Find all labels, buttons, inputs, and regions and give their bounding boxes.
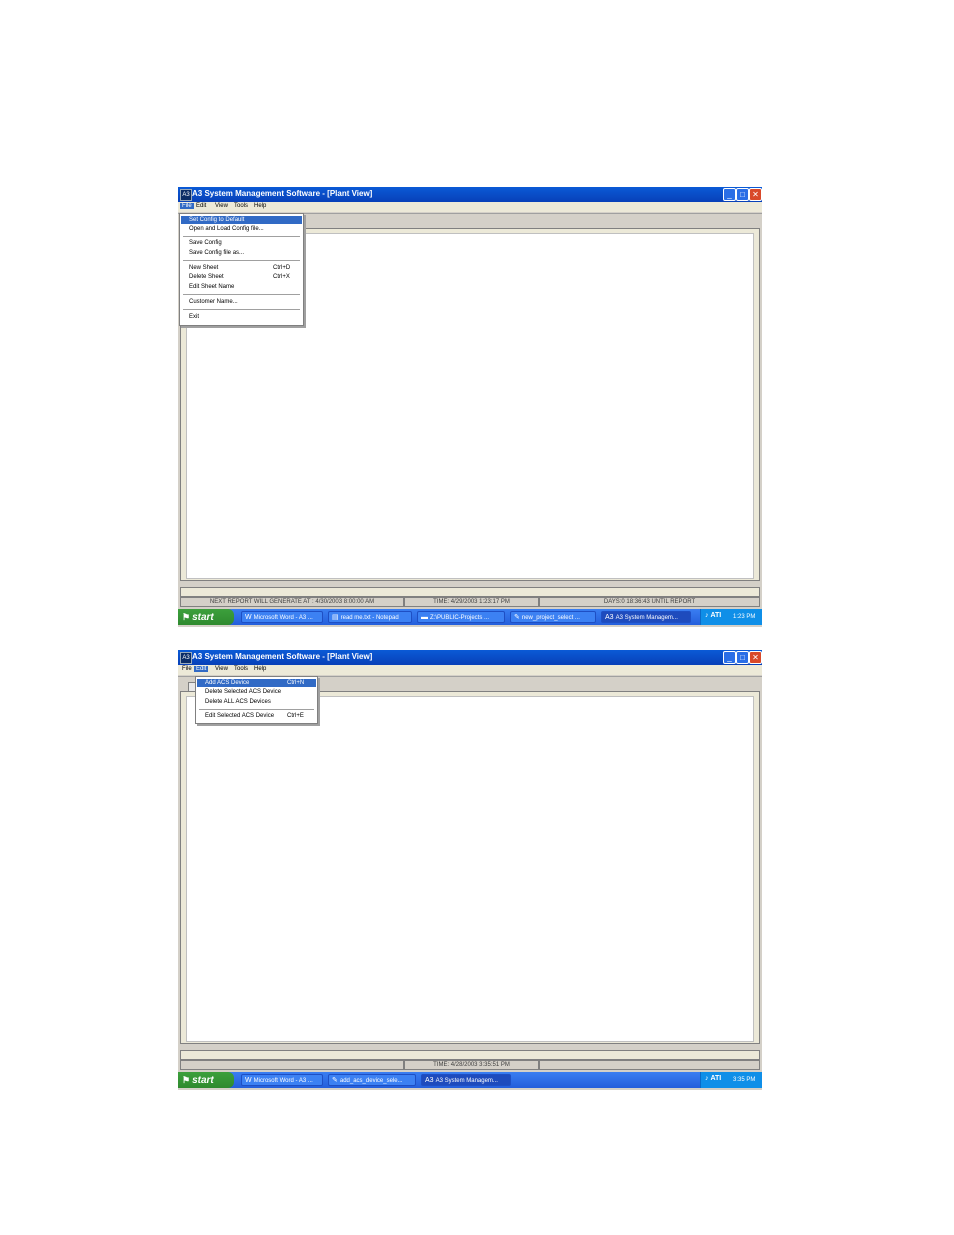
status-time: TIME: 4/29/2003 1:23:17 PM	[404, 597, 539, 607]
status-days	[539, 1060, 760, 1070]
status-days: DAYS:0 18:36:43 UNTIL REPORT	[539, 597, 760, 607]
menu-view[interactable]: View	[213, 203, 230, 209]
taskbar: ⚑ start W Microsoft Word - A3 ... ✎ add_acs…	[178, 1072, 762, 1088]
menu-item-exit[interactable]: Exit	[181, 313, 302, 321]
menu-separator	[199, 709, 314, 710]
clock: 3:35 PM	[733, 1077, 756, 1083]
system-tray: ♪ ATI 3:35 PM	[700, 1072, 762, 1088]
menu-item-delete-sheet[interactable]: Delete Sheet Ctrl+X	[181, 273, 302, 281]
window-title: A3 System Management Software - [Plant V…	[192, 652, 373, 661]
close-icon[interactable]: ✕	[749, 188, 762, 201]
menu-view[interactable]: View	[213, 666, 230, 672]
word-icon: W	[245, 1077, 252, 1084]
menu-file[interactable]: File	[180, 666, 194, 672]
window-title: A3 System Management Software - [Plant V…	[192, 189, 373, 198]
system-tray: ♪ ATI 1:23 PM	[700, 609, 762, 625]
minimize-icon[interactable]: _	[723, 188, 736, 201]
close-icon[interactable]: ✕	[749, 651, 762, 664]
task-notepad[interactable]: ▤ read me.txt - Notepad	[328, 611, 412, 623]
status-next-report: NEXT REPORT WILL GENERATE AT : 4/30/2003…	[180, 597, 404, 607]
menu-item-save-config[interactable]: Save Config	[181, 239, 302, 247]
minimize-icon[interactable]: _	[723, 651, 736, 664]
menu-edit[interactable]: Edit	[194, 666, 209, 672]
menu-item-customer-name[interactable]: Customer Name...	[181, 298, 302, 306]
word-icon: W	[245, 614, 252, 621]
status-time: TIME: 4/28/2003 3:35:51 PM	[404, 1060, 539, 1070]
task-word[interactable]: W Microsoft Word - A3 ...	[241, 1074, 323, 1086]
start-button[interactable]: ⚑ start	[178, 1072, 234, 1088]
menu-separator	[183, 309, 300, 310]
maximize-icon[interactable]: □	[736, 188, 749, 201]
horizontal-scrollbar[interactable]	[180, 1050, 760, 1060]
menu-help[interactable]: Help	[252, 203, 268, 209]
menu-item-add-acs-device[interactable]: Add ACS Device Ctrl+N	[197, 679, 316, 687]
menu-item-save-config-as[interactable]: Save Config file as...	[181, 249, 302, 257]
clock: 1:23 PM	[733, 614, 756, 620]
menu-separator	[183, 260, 300, 261]
a3-app-icon: A3	[605, 614, 614, 621]
status-bar: NEXT REPORT WILL GENERATE AT : 4/30/2003…	[180, 597, 760, 607]
task-a3[interactable]: A3 A3 System Managem...	[421, 1074, 511, 1086]
windows-flag-icon: ⚑	[182, 612, 191, 622]
menu-bar: File Edit View Tools Help	[178, 665, 762, 675]
screenshot-edit-menu: A3 A3 System Management Software - [Plan…	[178, 650, 762, 1090]
menu-item-delete-selected-acs[interactable]: Delete Selected ACS Device	[197, 688, 316, 696]
menu-item-new-sheet[interactable]: New Sheet Ctrl+D	[181, 264, 302, 272]
taskbar: ⚑ start W Microsoft Word - A3 ... ▤ read me…	[178, 609, 762, 625]
menu-item-delete-all-acs[interactable]: Delete ALL ACS Devices	[197, 698, 316, 706]
file-dropdown: Set Config to Default Open and Load Conf…	[179, 213, 304, 326]
ati-tray-icon[interactable]: ♪ ATI	[705, 1075, 721, 1082]
start-button[interactable]: ⚑ start	[178, 609, 234, 625]
task-folder[interactable]: ▬ Z:\PUBLIC-Projects ...	[417, 611, 505, 623]
menu-item-edit-selected-acs[interactable]: Edit Selected ACS Device Ctrl+E	[197, 712, 316, 720]
menu-edit[interactable]: Edit	[194, 203, 208, 209]
status-bar: TIME: 4/28/2003 3:35:51 PM	[180, 1060, 760, 1070]
status-next-report	[180, 1060, 404, 1070]
menu-tools[interactable]: Tools	[232, 666, 250, 672]
paint-icon: ✎	[514, 614, 520, 621]
menu-item-edit-sheet-name[interactable]: Edit Sheet Name	[181, 283, 302, 291]
paint-icon: ✎	[332, 1077, 338, 1084]
task-a3[interactable]: A3 A3 System Managem...	[601, 611, 691, 623]
app-icon: A3	[180, 189, 192, 201]
a3-app-icon: A3	[425, 1077, 434, 1084]
task-word[interactable]: W Microsoft Word - A3 ...	[241, 611, 323, 623]
menu-item-open-load-config[interactable]: Open and Load Config file...	[181, 225, 302, 233]
menu-tools[interactable]: Tools	[232, 203, 250, 209]
task-paint[interactable]: ✎ add_acs_device_sele...	[328, 1074, 416, 1086]
menu-separator	[183, 294, 300, 295]
menu-help[interactable]: Help	[252, 666, 268, 672]
folder-icon: ▬	[421, 614, 428, 621]
notepad-icon: ▤	[332, 614, 339, 621]
windows-flag-icon: ⚑	[182, 1075, 191, 1085]
app-icon: A3	[180, 652, 192, 664]
menu-bar: File Edit View Tools Help	[178, 202, 762, 212]
title-bar[interactable]: A3 A3 System Management Software - [Plan…	[178, 650, 762, 665]
title-bar[interactable]: A3 A3 System Management Software - [Plan…	[178, 187, 762, 202]
screenshot-file-menu: A3 A3 System Management Software - [Plan…	[178, 187, 762, 627]
menu-file[interactable]: File	[180, 203, 194, 209]
menu-item-set-config-default[interactable]: Set Config to Default	[181, 216, 302, 224]
task-paint[interactable]: ✎ new_project_select ...	[510, 611, 596, 623]
ati-tray-icon[interactable]: ♪ ATI	[705, 612, 721, 619]
horizontal-scrollbar[interactable]	[180, 587, 760, 597]
edit-dropdown: Add ACS Device Ctrl+N Delete Selected ACS…	[195, 676, 318, 724]
plant-view-canvas[interactable]	[186, 696, 754, 1042]
mdi-client	[180, 691, 760, 1044]
menu-separator	[183, 236, 300, 237]
maximize-icon[interactable]: □	[736, 651, 749, 664]
